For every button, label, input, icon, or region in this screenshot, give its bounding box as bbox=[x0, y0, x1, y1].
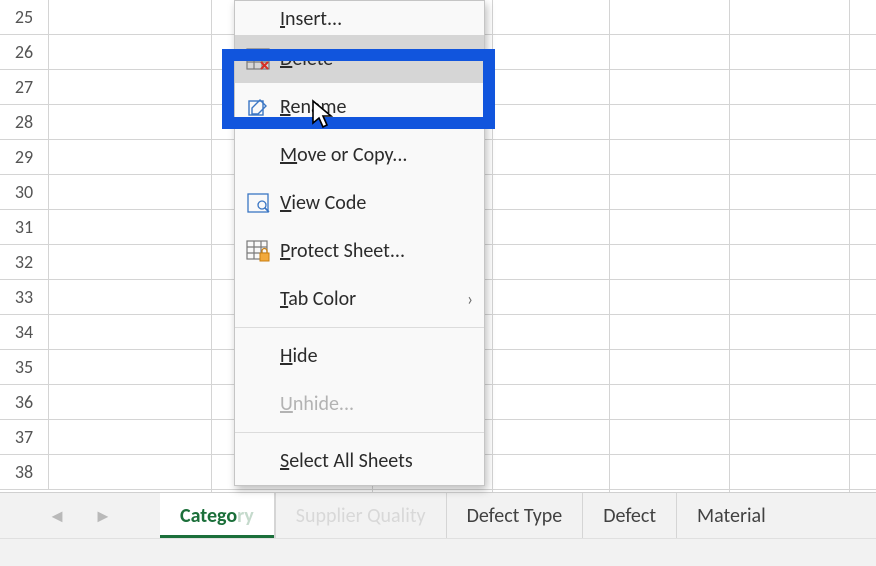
menu-separator bbox=[235, 327, 484, 328]
sheet-tab-supplier-quality[interactable]: Supplier Quality bbox=[275, 493, 447, 539]
row-header[interactable]: 26 bbox=[0, 35, 49, 70]
status-bar bbox=[0, 538, 876, 566]
tab-label: Defect bbox=[603, 504, 656, 528]
row-header[interactable]: 25 bbox=[0, 0, 49, 35]
row-header[interactable]: 36 bbox=[0, 385, 49, 420]
tab-label: Supplier Quality bbox=[296, 504, 426, 528]
menu-label: elect All Sheets bbox=[289, 449, 412, 473]
menu-select-all-sheets[interactable]: Select All Sheets bbox=[235, 437, 484, 485]
menu-rename[interactable]: Rename bbox=[235, 83, 484, 131]
row-header[interactable]: 29 bbox=[0, 140, 49, 175]
menu-protect-sheet[interactable]: Protect Sheet... bbox=[235, 227, 484, 275]
menu-label: elete bbox=[292, 47, 333, 71]
menu-unhide: Unhide... bbox=[235, 380, 484, 428]
menu-label: nhide... bbox=[293, 392, 354, 416]
menu-hide[interactable]: Hide bbox=[235, 332, 484, 380]
row-header[interactable]: 32 bbox=[0, 245, 49, 280]
tab-label: Defect Type bbox=[467, 504, 563, 528]
sheet-tab-defect[interactable]: Defect bbox=[583, 493, 677, 539]
sheet-tab-strip: ◄ ► Category Supplier Quality Defect Typ… bbox=[0, 492, 876, 539]
delete-sheet-icon bbox=[235, 48, 280, 70]
row-header[interactable]: 28 bbox=[0, 105, 49, 140]
rename-icon bbox=[235, 96, 280, 118]
menu-label: ab Color bbox=[288, 287, 356, 311]
view-code-icon bbox=[235, 192, 280, 214]
nav-prev-icon: ◄ bbox=[48, 507, 66, 525]
tab-label: Material bbox=[697, 504, 766, 528]
menu-separator bbox=[235, 432, 484, 433]
menu-label: rotect Sheet... bbox=[290, 239, 405, 263]
nav-next-icon: ► bbox=[94, 507, 112, 525]
row-header[interactable]: 27 bbox=[0, 70, 49, 105]
menu-view-code[interactable]: View Code bbox=[235, 179, 484, 227]
row-header[interactable]: 31 bbox=[0, 210, 49, 245]
row-header[interactable]: 38 bbox=[0, 455, 49, 490]
row-header[interactable]: 30 bbox=[0, 175, 49, 210]
sheet-tab-context-menu: Insert... Delete Rename Move or C bbox=[234, 0, 485, 486]
row-header[interactable]: 33 bbox=[0, 280, 49, 315]
menu-label: ename bbox=[291, 95, 347, 119]
menu-label: ove or Copy... bbox=[297, 143, 407, 167]
sheet-tab-category[interactable]: Category bbox=[160, 493, 275, 539]
menu-label: nsert... bbox=[285, 7, 342, 31]
menu-label: ide bbox=[292, 344, 317, 368]
row-headers: 2526272829303132333435363738 bbox=[0, 0, 49, 490]
sheet-tab-defect-type[interactable]: Defect Type bbox=[447, 493, 584, 539]
protect-sheet-icon bbox=[235, 240, 280, 262]
menu-move-or-copy[interactable]: Move or Copy... bbox=[235, 131, 484, 179]
tab-nav-arrows[interactable]: ◄ ► bbox=[0, 493, 160, 539]
row-header[interactable]: 35 bbox=[0, 350, 49, 385]
menu-insert[interactable]: Insert... bbox=[235, 1, 484, 35]
menu-delete[interactable]: Delete bbox=[235, 35, 484, 83]
tab-label: Category bbox=[180, 504, 254, 528]
menu-label: iew Code bbox=[291, 191, 366, 215]
row-header[interactable]: 34 bbox=[0, 315, 49, 350]
row-header[interactable]: 37 bbox=[0, 420, 49, 455]
menu-tab-color[interactable]: Tab Color › bbox=[235, 275, 484, 323]
sheet-tab-material[interactable]: Material bbox=[677, 493, 786, 539]
submenu-arrow-icon: › bbox=[456, 288, 484, 310]
